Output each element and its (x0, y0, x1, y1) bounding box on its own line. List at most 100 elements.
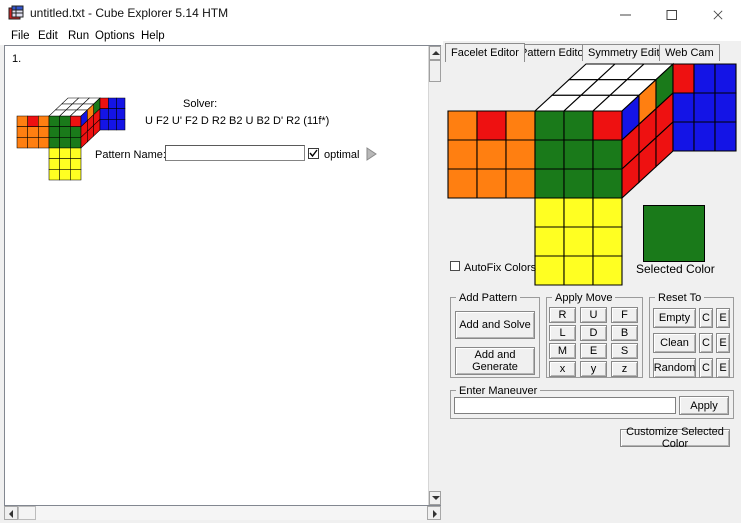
facelet[interactable] (27, 137, 39, 149)
facelet[interactable] (505, 110, 536, 141)
facelet[interactable] (672, 121, 695, 152)
move-button-U[interactable]: U (580, 307, 607, 323)
facelet[interactable] (70, 158, 82, 170)
facelet[interactable] (70, 147, 82, 159)
tab-web-cam[interactable]: Web Cam (659, 44, 720, 61)
reset-clean-e-button[interactable]: E (716, 333, 730, 353)
move-button-x[interactable]: x (549, 361, 576, 377)
facelet[interactable] (563, 110, 594, 141)
move-button-E[interactable]: E (580, 343, 607, 359)
facelet[interactable] (505, 168, 536, 199)
customize-selected-color-button[interactable]: Customize Selected Color (620, 426, 730, 450)
move-button-y[interactable]: y (580, 361, 607, 377)
facelet[interactable] (48, 137, 60, 149)
apply-maneuver-button[interactable]: Apply (679, 396, 729, 415)
facelet[interactable] (476, 110, 507, 141)
facelet[interactable] (108, 108, 117, 120)
facelet[interactable] (563, 226, 594, 257)
facelet[interactable] (99, 97, 109, 109)
pattern-cube-thumbnail[interactable] (15, 96, 127, 188)
facelet[interactable] (534, 139, 565, 170)
facelet[interactable] (59, 137, 71, 149)
add-and-generate-button[interactable]: Add and Generate (455, 347, 535, 375)
facelet[interactable] (534, 226, 565, 257)
add-and-solve-button[interactable]: Add and Solve (455, 311, 535, 339)
facelet[interactable] (27, 115, 39, 127)
facelet[interactable] (48, 147, 60, 159)
facelet[interactable] (27, 126, 39, 138)
facelet[interactable] (48, 158, 60, 170)
reset-random-e-button[interactable]: E (716, 358, 730, 378)
facelet[interactable] (38, 126, 50, 138)
facelet[interactable] (59, 169, 71, 181)
move-button-B[interactable]: B (611, 325, 638, 341)
scroll-up-button[interactable] (429, 46, 441, 60)
facelet[interactable] (534, 110, 565, 141)
vertical-scrollbar[interactable] (428, 46, 441, 505)
move-button-z[interactable]: z (611, 361, 638, 377)
reset-clean-c-button[interactable]: C (699, 333, 713, 353)
horizontal-scroll-thumb[interactable] (18, 506, 36, 520)
move-button-D[interactable]: D (580, 325, 607, 341)
move-button-L[interactable]: L (549, 325, 576, 341)
facelet[interactable] (693, 63, 716, 94)
facelet[interactable] (59, 147, 71, 159)
facelet[interactable] (16, 137, 28, 149)
reset-random-button[interactable]: Random (653, 358, 696, 378)
reset-empty-c-button[interactable]: C (699, 308, 713, 328)
facelet[interactable] (714, 121, 737, 152)
close-button[interactable] (696, 0, 741, 28)
facelet[interactable] (592, 139, 623, 170)
facelet[interactable] (592, 197, 623, 228)
facelet[interactable] (70, 126, 82, 138)
facelet[interactable] (447, 110, 478, 141)
facelet[interactable] (592, 226, 623, 257)
tab-facelet-editor[interactable]: Facelet Editor (445, 43, 525, 62)
reset-random-c-button[interactable]: C (699, 358, 713, 378)
facelet[interactable] (70, 137, 82, 149)
facelet[interactable] (714, 63, 737, 94)
reset-empty-e-button[interactable]: E (716, 308, 730, 328)
scroll-down-button[interactable] (429, 491, 441, 505)
facelet[interactable] (693, 92, 716, 123)
facelet[interactable] (592, 110, 623, 141)
facelet[interactable] (534, 168, 565, 199)
move-button-F[interactable]: F (611, 307, 638, 323)
facelet[interactable] (534, 255, 565, 286)
facelet[interactable] (16, 115, 28, 127)
facelet[interactable] (70, 169, 82, 181)
facelet[interactable] (693, 121, 716, 152)
pattern-name-input[interactable] (165, 145, 305, 161)
facelet[interactable] (59, 158, 71, 170)
scroll-left-button[interactable] (4, 506, 18, 520)
scroll-right-button[interactable] (427, 506, 441, 520)
facelet[interactable] (534, 197, 565, 228)
move-button-M[interactable]: M (549, 343, 576, 359)
facelet[interactable] (108, 119, 117, 131)
facelet[interactable] (476, 139, 507, 170)
horizontal-scrollbar[interactable] (4, 506, 441, 520)
reset-clean-button[interactable]: Clean (653, 333, 696, 353)
menu-item-file[interactable]: File (6, 29, 35, 43)
autofix-colors-checkbox[interactable] (450, 261, 460, 271)
optimal-checkbox[interactable] (308, 148, 319, 159)
facelet[interactable] (592, 168, 623, 199)
facelet[interactable] (563, 197, 594, 228)
facelet[interactable] (447, 139, 478, 170)
facelet[interactable] (116, 119, 126, 131)
facelet[interactable] (59, 115, 71, 127)
vertical-scroll-thumb[interactable] (429, 60, 441, 82)
facelet[interactable] (563, 168, 594, 199)
facelet[interactable] (672, 92, 695, 123)
menu-item-edit[interactable]: Edit (33, 29, 63, 43)
facelet[interactable] (48, 169, 60, 181)
maneuver-input[interactable] (454, 397, 676, 414)
facelet[interactable] (563, 255, 594, 286)
maximize-button[interactable] (650, 0, 695, 28)
facelet[interactable] (592, 255, 623, 286)
selected-color-swatch[interactable] (643, 205, 705, 262)
facelet[interactable] (563, 139, 594, 170)
facelet[interactable] (38, 115, 50, 127)
menu-item-options[interactable]: Options (90, 29, 140, 43)
facelet[interactable] (70, 115, 82, 127)
